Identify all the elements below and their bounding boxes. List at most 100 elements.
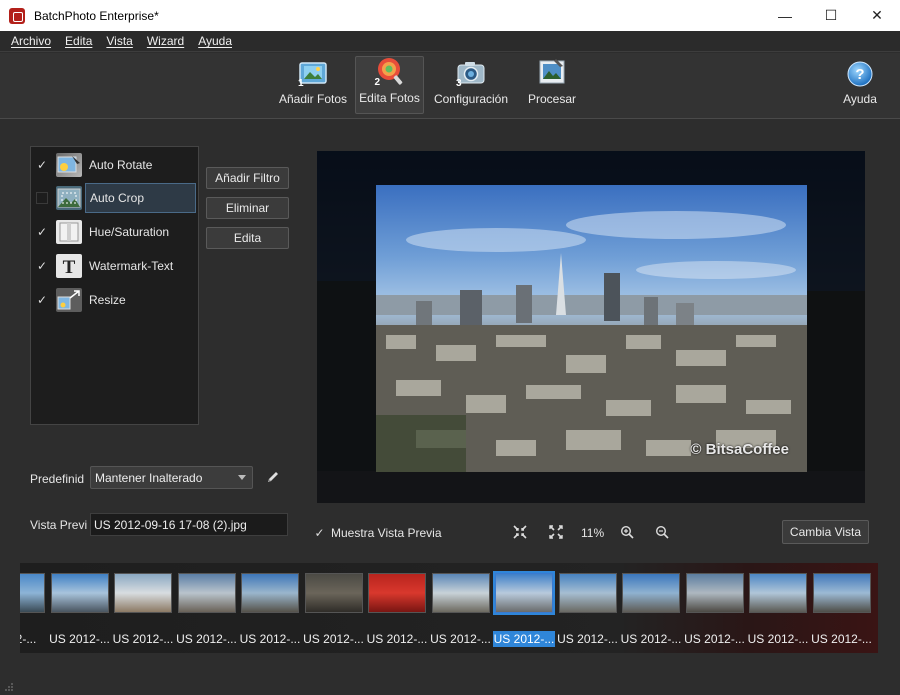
filmstrip-caption[interactable]: US 2012-... [430,631,492,647]
filmstrip-thumbnail[interactable] [685,573,744,613]
menu-wizard[interactable]: Wizard [136,34,191,48]
step-number: 1 [298,78,304,89]
chevron-down-icon [238,475,246,480]
zoom-in-icon[interactable] [620,524,634,540]
preset-label: Predefinid [30,472,85,486]
show-preview-checkbox[interactable]: ✓ [313,526,326,540]
filmstrip-caption[interactable]: US 2012-... [49,631,111,647]
edit-photos-icon: 2 [374,56,406,88]
filmstrip-caption[interactable]: US 2012-... [176,631,238,647]
configuration-button[interactable]: 3 Configuración [431,56,511,114]
filmstrip-thumbnail[interactable] [368,573,426,613]
preview-file-label: Vista Previ [30,518,88,532]
filmstrip-caption[interactable]: US 2012-... [620,631,682,647]
filmstrip-thumbnail[interactable] [495,573,553,613]
city-skyline-image [376,211,807,472]
minimize-button[interactable]: — [762,0,808,31]
edit-photos-label: Edita Fotos [359,91,420,105]
window-title: BatchPhoto Enterprise* [34,8,159,23]
filter-item-watermark-text[interactable]: ✓ T Watermark-Text [31,250,198,282]
filter-list: ✓ Auto Rotate Auto Crop ✓ Hue/Saturation… [30,146,199,425]
filmstrip-caption[interactable]: US 2012-... [557,631,619,647]
menu-edita[interactable]: Edita [54,34,99,48]
wizard-toolbar: 1 Añadir Fotos 2 Edita Fotos 3 Configura… [0,53,900,119]
add-photos-button[interactable]: 1 Añadir Fotos [276,56,350,114]
filmstrip-caption[interactable]: US 2012-... [112,631,174,647]
filter-checkbox[interactable]: ✓ [36,158,48,172]
filter-item-resize[interactable]: ✓ Resize [31,284,198,316]
menu-vista[interactable]: Vista [95,34,139,48]
svg-text:T: T [63,257,76,278]
help-glyph: ? [855,66,864,83]
step-number: 3 [456,78,462,89]
filmstrip-thumbnail[interactable] [431,573,490,613]
filmstrip-thumbnail[interactable] [241,573,299,613]
filter-label: Auto Rotate [89,158,153,172]
filmstrip-thumbnail[interactable] [812,573,871,613]
filmstrip-thumbnail[interactable] [114,573,172,613]
filter-checkbox[interactable]: ✓ [36,293,48,307]
filmstrip-caption[interactable]: 2012-... [20,631,47,647]
preview-pane: © BitsaCoffee [317,151,865,503]
remove-filter-button[interactable]: Eliminar [206,197,289,219]
filmstrip-thumbnail[interactable] [20,573,45,613]
title-bar: BatchPhoto Enterprise* — ☐ ✕ [0,0,900,31]
process-icon [536,57,568,87]
preview-file-value: US 2012-09-16 17-08 (2).jpg [94,517,247,532]
filmstrip-thumbnail[interactable] [50,573,109,613]
filter-item-auto-rotate[interactable]: ✓ Auto Rotate [31,149,198,181]
app-logo-icon [9,7,25,24]
resize-grip-icon[interactable] [4,682,14,692]
filmstrip-thumbnail[interactable] [558,573,617,613]
filmstrip-thumbnail[interactable] [622,573,680,613]
process-button[interactable]: Procesar [522,56,582,114]
add-filter-button[interactable]: Añadir Filtro [206,167,289,189]
filmstrip-caption[interactable]: US 2012-... [366,631,428,647]
help-button[interactable]: ? Ayuda [838,56,882,114]
preview-photo: © BitsaCoffee [376,185,807,472]
filmstrip-caption[interactable]: US 2012-... [811,631,873,647]
maximize-button[interactable]: ☐ [808,0,854,31]
help-label: Ayuda [843,92,877,106]
add-photos-label: Añadir Fotos [278,92,348,106]
menu-archivo[interactable]: Archivo [0,34,58,48]
menu-ayuda[interactable]: Ayuda [187,34,239,48]
close-button[interactable]: ✕ [854,0,900,31]
filter-item-auto-crop[interactable]: Auto Crop [31,182,198,214]
filmstrip-thumbnail[interactable] [304,573,363,613]
auto-crop-icon [56,186,82,210]
watermark-overlay-text: © BitsaCoffee [690,441,789,458]
filmstrip-thumbnail[interactable] [749,573,807,613]
filmstrip-caption[interactable]: US 2012-... [303,631,365,647]
photo-filmstrip[interactable]: 2012-...US 2012-...US 2012-...US 2012-..… [20,563,878,653]
filmstrip-caption[interactable]: US 2012-... [239,631,301,647]
filter-checkbox[interactable] [36,192,48,204]
filmstrip-thumbnail[interactable] [177,573,236,613]
pencil-icon[interactable] [266,470,280,484]
show-preview-label[interactable]: Muestra Vista Previa [331,526,442,540]
filmstrip-caption[interactable]: US 2012-... [747,631,809,647]
filter-item-hue-saturation[interactable]: ✓ Hue/Saturation [31,216,198,248]
help-icon: ? [847,61,873,87]
actual-size-icon[interactable] [549,524,563,540]
edit-photos-button[interactable]: 2 Edita Fotos [355,56,424,114]
process-label: Procesar [527,92,577,106]
filter-checkbox[interactable]: ✓ [36,259,48,273]
preview-file-field[interactable]: US 2012-09-16 17-08 (2).jpg [90,513,288,536]
zoom-level: 11% [581,526,605,540]
filter-label: Watermark-Text [89,259,174,273]
configuration-label: Configuración [433,92,509,106]
resize-icon [56,288,82,312]
filmstrip-caption[interactable]: US 2012-... [493,631,555,647]
filter-checkbox[interactable]: ✓ [36,225,48,239]
add-photos-icon: 1 [297,57,329,89]
filmstrip-caption[interactable]: US 2012-... [684,631,746,647]
step-number: 2 [374,77,381,88]
edit-filter-button[interactable]: Edita [206,227,289,249]
filter-label: Hue/Saturation [89,225,170,239]
preset-select[interactable]: Mantener Inalterado [90,466,253,489]
hue-saturation-icon [56,220,82,244]
fit-to-window-icon[interactable] [513,524,527,540]
change-view-button[interactable]: Cambia Vista [782,520,869,544]
zoom-out-icon[interactable] [655,524,669,540]
